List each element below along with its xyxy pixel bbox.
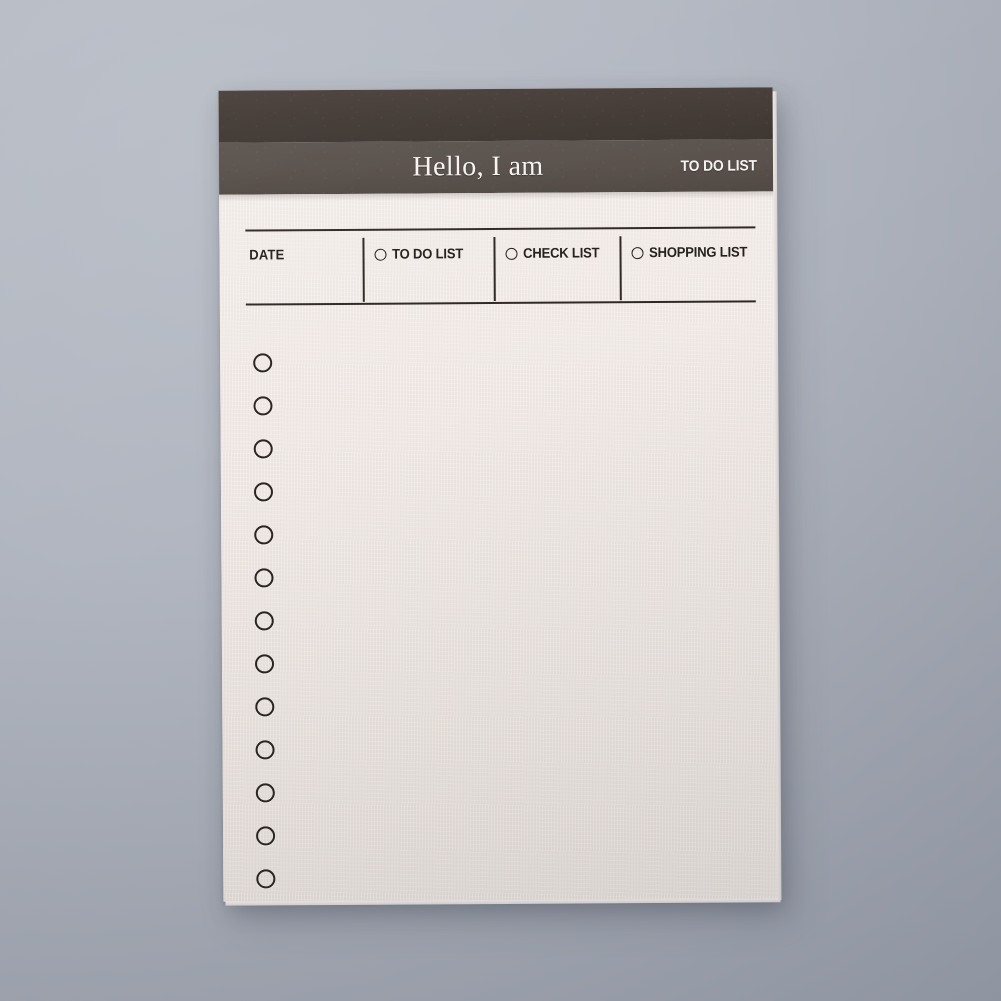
checkbox-circle-icon[interactable] [256, 826, 276, 846]
checkbox-circle-icon[interactable] [253, 482, 274, 502]
radio-circle-icon[interactable] [505, 247, 518, 260]
checklist-row[interactable] [256, 814, 276, 857]
table-column-todo-list[interactable]: TO DO LIST [362, 228, 494, 305]
checklist-row[interactable] [255, 728, 275, 771]
checklist-row[interactable] [254, 556, 274, 599]
scene-backdrop: Hello, I am TO DO LIST DATE TO DO LIST C… [0, 0, 1001, 1001]
checkbox-circle-icon[interactable] [254, 654, 275, 674]
radio-circle-icon[interactable] [631, 247, 645, 260]
checklist-circle-column [253, 341, 276, 900]
checkbox-circle-icon[interactable] [255, 740, 275, 760]
checklist-row[interactable] [254, 513, 274, 556]
table-column-label-check-list: CHECK LIST [522, 244, 600, 261]
table-column-shopping-list[interactable]: SHOPPING LIST [619, 226, 756, 303]
checkbox-circle-icon[interactable] [254, 568, 274, 588]
checklist-row[interactable] [255, 771, 275, 814]
checkbox-circle-icon[interactable] [253, 439, 273, 459]
page-title: Hello, I am [412, 150, 544, 183]
header-band-title: Hello, I am TO DO LIST [218, 139, 774, 195]
table-column-label-todo-list: TO DO LIST [392, 245, 464, 262]
column-divider [362, 237, 366, 302]
checkbox-circle-icon[interactable] [254, 611, 274, 631]
checklist-row[interactable] [253, 470, 274, 513]
table-header: DATE TO DO LIST CHECK LIST SHOPPING LIST [245, 226, 756, 306]
checklist-row[interactable] [256, 857, 276, 900]
table-column-label-shopping-list: SHOPPING LIST [649, 243, 748, 261]
checklist-row[interactable] [254, 642, 275, 685]
checklist-row[interactable] [254, 599, 274, 642]
checkbox-circle-icon[interactable] [256, 869, 276, 889]
radio-circle-icon[interactable] [374, 248, 387, 261]
column-divider [619, 236, 623, 301]
checklist-row[interactable] [253, 384, 273, 427]
paper-sheet: DATE TO DO LIST CHECK LIST SHOPPING LIST [219, 191, 778, 902]
table-column-check-list[interactable]: CHECK LIST [493, 227, 620, 304]
checkbox-circle-icon[interactable] [253, 396, 273, 416]
header-tag-label: TO DO LIST [680, 156, 758, 175]
header-band-dark [218, 87, 773, 143]
checkbox-circle-icon[interactable] [255, 783, 275, 803]
checklist-row[interactable] [255, 685, 275, 728]
checkbox-circle-icon[interactable] [254, 525, 274, 545]
column-divider [493, 237, 496, 302]
checkbox-circle-icon[interactable] [253, 353, 273, 373]
table-column-date[interactable]: DATE [245, 229, 363, 306]
table-column-label-date: DATE [249, 246, 285, 263]
notepad[interactable]: Hello, I am TO DO LIST DATE TO DO LIST C… [218, 87, 782, 906]
checkbox-circle-icon[interactable] [255, 697, 275, 717]
table-column-group: DATE TO DO LIST CHECK LIST SHOPPING LIST [245, 226, 755, 305]
checklist-row[interactable] [253, 341, 273, 384]
checklist-row[interactable] [253, 427, 273, 470]
